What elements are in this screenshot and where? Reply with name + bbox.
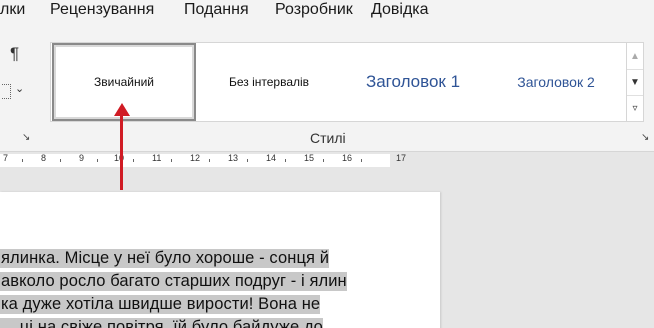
borders-icon[interactable] <box>2 84 11 99</box>
document-page[interactable]: ялинка. Місце у неї було хороше - сонця … <box>0 192 440 328</box>
styles-gallery: Звичайний Без інтервалів Заголовок 1 Заг… <box>50 42 627 122</box>
ruler-tick <box>97 159 98 162</box>
document-text-line[interactable]: ка дуже хотіла швидше вирости! Вона не <box>0 295 321 314</box>
right-indent-marker[interactable] <box>377 160 389 167</box>
borders-dropdown-icon[interactable]: ⌄ <box>15 82 24 95</box>
ruler-number: 12 <box>190 153 201 163</box>
menu-item-references[interactable]: лки <box>0 1 25 19</box>
ruler-number: 8 <box>41 153 47 163</box>
ruler-tick <box>247 159 248 162</box>
ruler-tick <box>323 159 324 162</box>
gallery-scroll-down-icon[interactable]: ▼ <box>627 69 643 95</box>
ruler-number: 9 <box>79 153 85 163</box>
paragraph-dialog-launcher-icon[interactable]: ↘ <box>22 132 30 143</box>
menu-item-help[interactable]: Довідка <box>371 1 429 19</box>
ribbon: ¶ ⌄ ↘ Звичайний Без інтервалів Заголовок… <box>0 24 654 152</box>
ruler-tick <box>22 159 23 162</box>
menu-bar: лки Рецензування Подання Розробник Довід… <box>0 0 654 24</box>
show-formatting-marks-icon[interactable]: ¶ <box>10 44 19 64</box>
ruler-number: 11 <box>152 153 162 163</box>
styles-group-label: Стилі <box>310 130 346 146</box>
ruler-number: 13 <box>228 153 239 163</box>
styles-dialog-launcher-icon[interactable]: ↘ <box>641 132 649 143</box>
styles-gallery-scroll: ▲ ▼ ▿ <box>627 42 644 122</box>
menu-item-developer[interactable]: Розробник <box>275 1 353 19</box>
document-text-line[interactable]: ялинка. Місце у неї було хороше - сонця … <box>0 249 330 268</box>
horizontal-ruler[interactable] <box>0 152 654 168</box>
gallery-scroll-up-icon[interactable]: ▲ <box>627 43 643 69</box>
ruler-number: 15 <box>304 153 315 163</box>
ruler-number: 17 <box>396 153 407 163</box>
ruler-tick <box>209 159 210 162</box>
annotation-arrow-shaft <box>120 114 123 190</box>
ruler-number: 7 <box>3 153 9 163</box>
ruler-number: 16 <box>342 153 353 163</box>
document-text-line[interactable]: авколо росло багато старших подруг - і я… <box>0 272 347 291</box>
document-text-line[interactable]: ... ці на свіже повітря, їй було байдуже… <box>0 318 323 328</box>
ruler-tick <box>361 159 362 162</box>
style-heading-2[interactable]: Заголовок 2 <box>485 43 627 121</box>
ruler-number: 14 <box>266 153 277 163</box>
style-heading-1[interactable]: Заголовок 1 <box>341 43 485 121</box>
menu-item-review[interactable]: Рецензування <box>50 1 154 19</box>
ruler-tick <box>60 159 61 162</box>
menu-item-view[interactable]: Подання <box>184 1 249 19</box>
style-no-spacing[interactable]: Без інтервалів <box>197 43 341 121</box>
ruler-tick <box>133 159 134 162</box>
ruler-tick <box>171 159 172 162</box>
ruler-tick <box>285 159 286 162</box>
gallery-more-icon[interactable]: ▿ <box>627 95 643 121</box>
